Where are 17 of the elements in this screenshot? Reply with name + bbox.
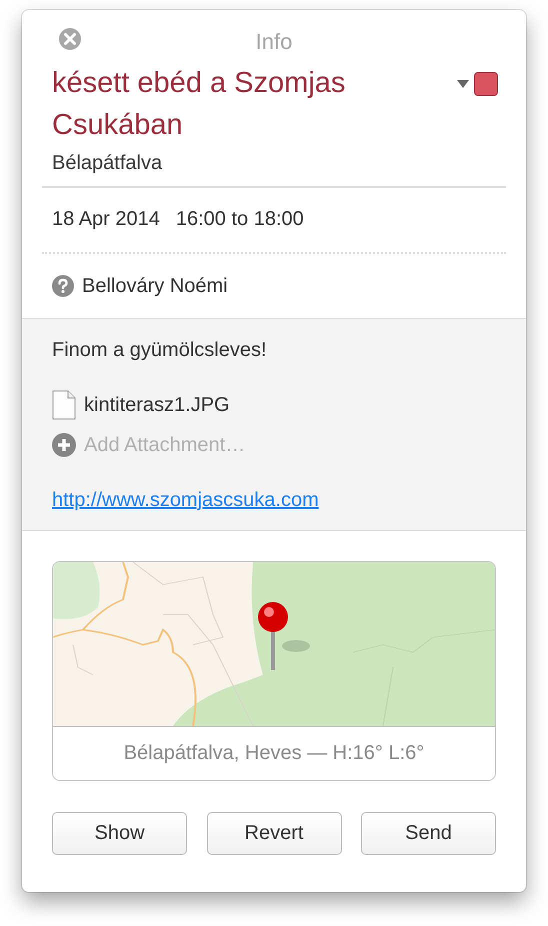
event-time[interactable]: 16:00 to 18:00 (176, 208, 304, 252)
calendar-color-swatch[interactable] (474, 72, 498, 96)
document-icon (52, 390, 76, 420)
url-link[interactable]: http://www.szomjascsuka.com (52, 489, 319, 512)
attendee-name[interactable]: Bellováry Noémi (82, 274, 228, 298)
dialog-button[interactable]: Revert (206, 812, 342, 855)
plus-icon (52, 433, 76, 457)
dialog-button[interactable]: Show (52, 812, 187, 855)
event-location[interactable]: Bélapátfalva (42, 146, 506, 186)
event-notes[interactable]: Finom a gyümölcsleves! (52, 339, 496, 385)
dropdown-caret-icon[interactable] (457, 80, 469, 88)
event-date[interactable]: 18 Apr 2014 (52, 208, 160, 252)
map-caption: Bélapátfalva, Heves — H:16° L:6° (53, 726, 495, 780)
event-title[interactable]: késett ebéd a Szomjas Csukában (52, 62, 432, 146)
window-title: Info (256, 29, 292, 55)
attachment-name[interactable]: kintiterasz1.JPG (84, 394, 230, 416)
dialog-button[interactable]: Send (361, 812, 496, 855)
